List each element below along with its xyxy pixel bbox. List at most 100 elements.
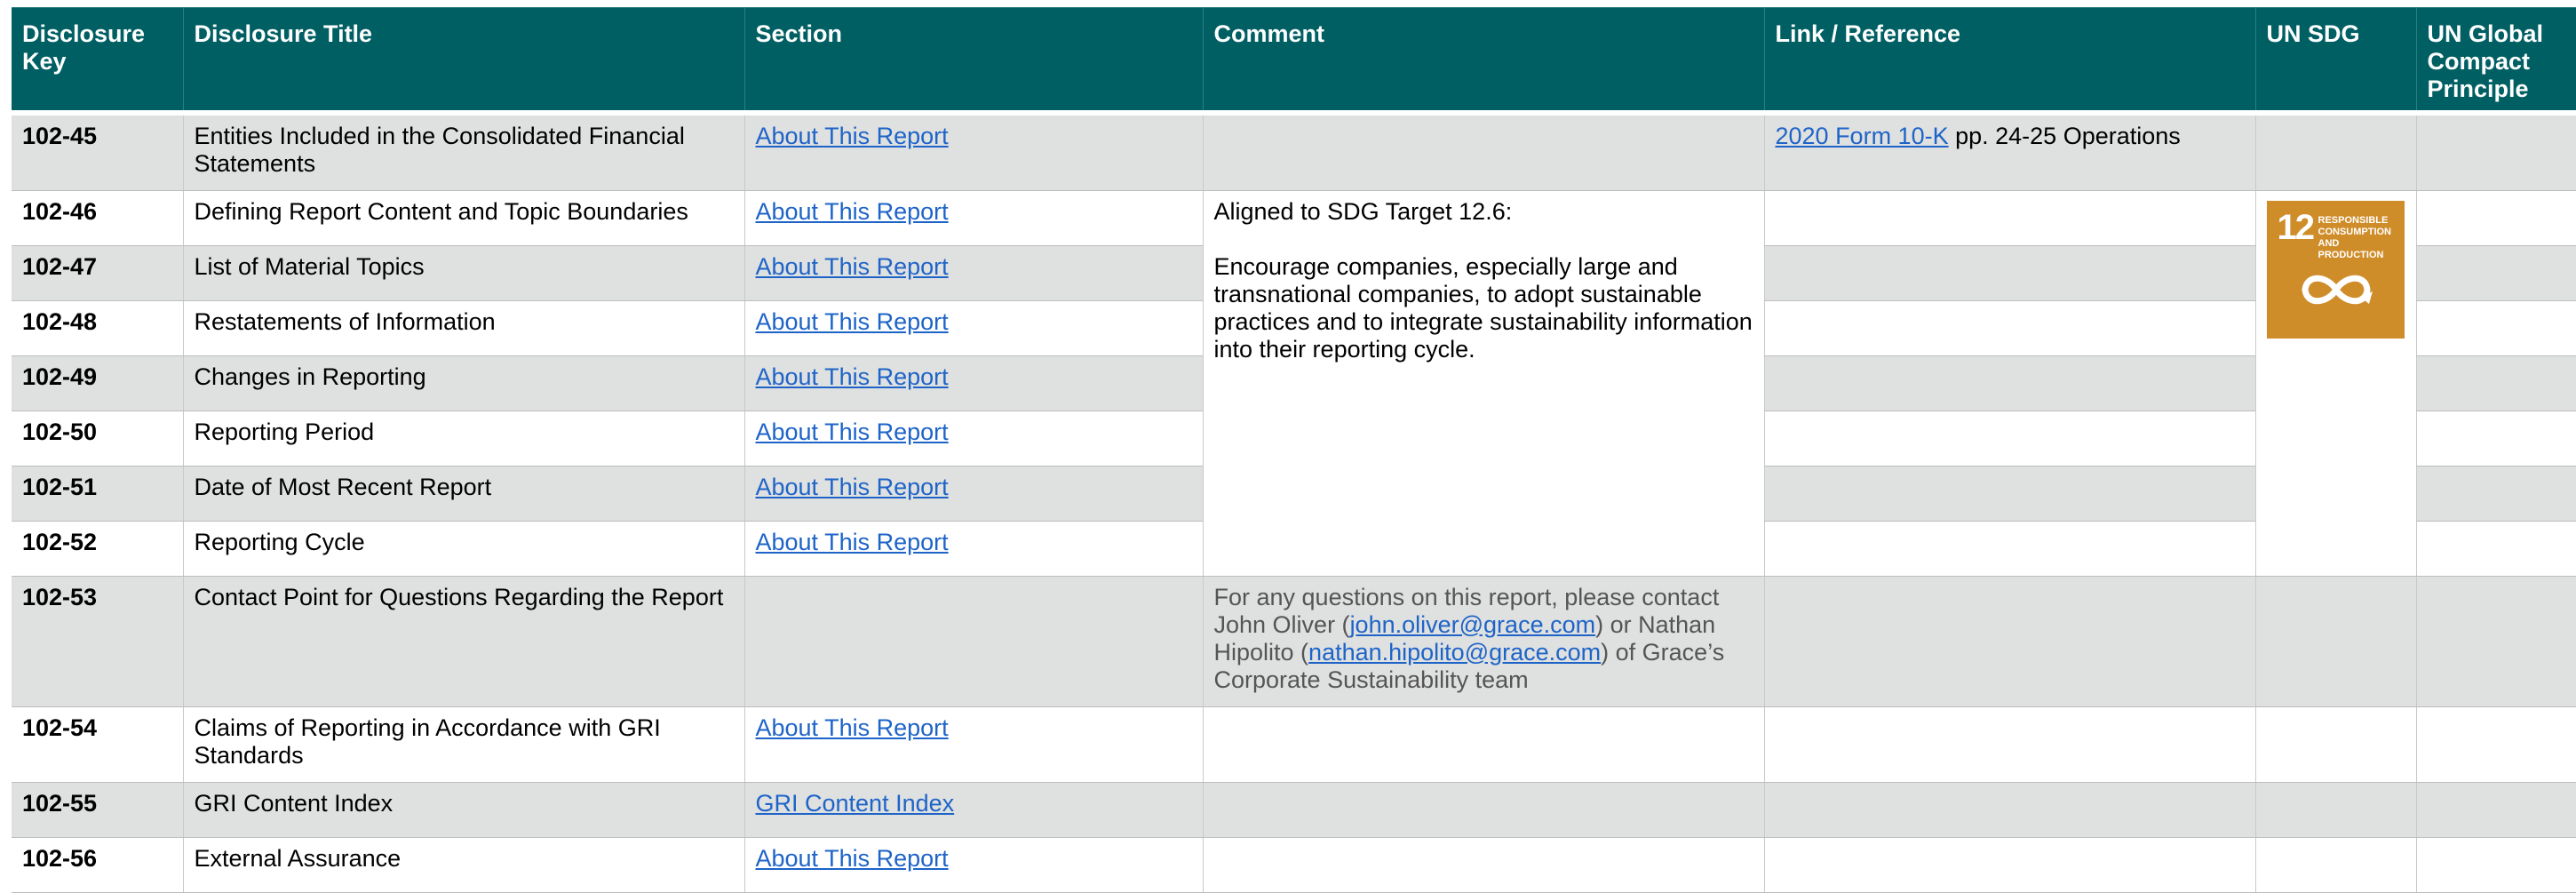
- section-link[interactable]: About This Report: [756, 123, 949, 149]
- disclosure-title: External Assurance: [182, 837, 744, 893]
- disclosure-key: 102-47: [12, 245, 183, 301]
- ungc-cell: [2415, 782, 2576, 838]
- link-reference-cell: [1763, 576, 2255, 707]
- ungc-cell: [2415, 521, 2576, 577]
- disclosure-title: List of Material Topics: [182, 245, 744, 301]
- link-reference-cell: [1763, 190, 2255, 246]
- disclosure-title: Entities Included in the Consolidated Fi…: [182, 113, 744, 191]
- section-link[interactable]: About This Report: [756, 714, 949, 741]
- disclosure-key: 102-46: [12, 190, 183, 246]
- disclosure-key: 102-49: [12, 355, 183, 411]
- sdg-label: RESPONSIBLE CONSUMPTION AND PRODUCTION: [2318, 214, 2392, 260]
- header-section: Section: [743, 8, 1203, 113]
- ungc-cell: [2415, 576, 2576, 707]
- comment-cell: [1202, 837, 1764, 893]
- sdg-number: 12: [2277, 207, 2315, 247]
- disclosure-title: Date of Most Recent Report: [182, 466, 744, 522]
- sdg-cell: [2254, 706, 2416, 783]
- disclosure-title: Changes in Reporting: [182, 355, 744, 411]
- header-un-global-compact: UN Global Compact Principle: [2415, 8, 2576, 113]
- disclosure-key: 102-51: [12, 466, 183, 522]
- table-row: 102-56 External Assurance About This Rep…: [12, 837, 2576, 893]
- sdg-cell: [2254, 837, 2416, 893]
- section-cell: About This Report: [743, 837, 1203, 893]
- section-link[interactable]: GRI Content Index: [756, 790, 955, 817]
- ungc-cell: [2415, 190, 2576, 246]
- sdg-cell: [2254, 576, 2416, 707]
- section-cell: About This Report: [743, 113, 1203, 191]
- disclosure-key: 102-45: [12, 113, 183, 191]
- disclosure-title: Restatements of Information: [182, 300, 744, 356]
- ungc-cell: [2415, 706, 2576, 783]
- section-cell: About This Report: [743, 190, 1203, 246]
- comment-cell: [1202, 782, 1764, 838]
- gri-content-index: Disclosure Key Disclosure Title Section …: [12, 8, 2576, 893]
- table-row: 102-54 Claims of Reporting in Accordance…: [12, 706, 2576, 783]
- comment-cell: [1202, 706, 1764, 783]
- section-cell: About This Report: [743, 411, 1203, 466]
- disclosure-title: Contact Point for Questions Regarding th…: [182, 576, 744, 707]
- email-link-nathan-hipolito[interactable]: nathan.hipolito@grace.com: [1308, 639, 1601, 666]
- disclosure-key: 102-48: [12, 300, 183, 356]
- sdg-cell: 12 RESPONSIBLE CONSUMPTION AND PRODUCTIO…: [2254, 190, 2416, 577]
- table-row: 102-46 Defining Report Content and Topic…: [12, 190, 2576, 577]
- table-row: 102-55 GRI Content Index GRI Content Ind…: [12, 782, 2576, 838]
- section-cell: GRI Content Index: [743, 782, 1203, 838]
- header-link-reference: Link / Reference: [1763, 8, 2255, 113]
- ungc-cell: [2415, 355, 2576, 411]
- ungc-cell: [2415, 837, 2576, 893]
- link-reference-cell: [1763, 782, 2255, 838]
- header-disclosure-key: Disclosure Key: [12, 8, 183, 113]
- link-reference-suffix: pp. 24-25 Operations: [1948, 123, 2181, 149]
- section-cell: About This Report: [743, 355, 1203, 411]
- header-un-sdg: UN SDG: [2254, 8, 2416, 113]
- disclosure-title: Claims of Reporting in Accordance with G…: [182, 706, 744, 783]
- link-reference-cell: [1763, 466, 2255, 522]
- section-link[interactable]: About This Report: [756, 845, 949, 872]
- sdg-target-text: Encourage companies, especially large an…: [1213, 252, 1753, 363]
- sdg-12-tile: 12 RESPONSIBLE CONSUMPTION AND PRODUCTIO…: [2266, 200, 2405, 339]
- section-cell: About This Report: [743, 466, 1203, 522]
- section-link[interactable]: About This Report: [756, 474, 949, 500]
- link-reference-cell: [1763, 706, 2255, 783]
- section-cell: [743, 576, 1203, 707]
- infinity-loop-icon: [2301, 275, 2373, 304]
- table-row: 102-53 Contact Point for Questions Regar…: [12, 576, 2576, 707]
- sdg-target-heading: Aligned to SDG Target 12.6:: [1213, 197, 1513, 225]
- section-cell: About This Report: [743, 706, 1203, 783]
- section-link[interactable]: About This Report: [756, 529, 949, 555]
- ungc-cell: [2415, 113, 2576, 191]
- section-link[interactable]: About This Report: [756, 363, 949, 390]
- header-comment: Comment: [1202, 8, 1764, 113]
- ungc-cell: [2415, 466, 2576, 522]
- ungc-cell: [2415, 411, 2576, 466]
- header-disclosure-title: Disclosure Title: [182, 8, 744, 113]
- section-link[interactable]: About This Report: [756, 419, 949, 445]
- disclosure-table: Disclosure Key Disclosure Title Section …: [12, 8, 2576, 893]
- disclosure-title: GRI Content Index: [182, 782, 744, 838]
- section-link[interactable]: About This Report: [756, 253, 949, 280]
- contact-comment: For any questions on this report, please…: [1202, 576, 1764, 707]
- disclosure-key: 102-53: [12, 576, 183, 707]
- link-reference-cell: [1763, 837, 2255, 893]
- table-row: 102-45 Entities Included in the Consolid…: [12, 113, 2576, 191]
- email-link-john-oliver[interactable]: john.oliver@grace.com: [1350, 611, 1596, 638]
- disclosure-key: 102-50: [12, 411, 183, 466]
- form-10k-link[interactable]: 2020 Form 10-K: [1776, 123, 1949, 149]
- link-reference-cell: 2020 Form 10-K pp. 24-25 Operations: [1763, 113, 2255, 191]
- section-cell: About This Report: [743, 521, 1203, 577]
- ungc-cell: [2415, 300, 2576, 356]
- comment-cell: [1202, 113, 1764, 191]
- section-cell: About This Report: [743, 300, 1203, 356]
- link-reference-cell: [1763, 521, 2255, 577]
- header-row: Disclosure Key Disclosure Title Section …: [12, 8, 2576, 113]
- section-cell: About This Report: [743, 245, 1203, 301]
- disclosure-title: Reporting Cycle: [182, 521, 744, 577]
- sdg-cell: [2254, 113, 2416, 191]
- section-link[interactable]: About This Report: [756, 308, 949, 335]
- section-link[interactable]: About This Report: [756, 198, 949, 225]
- disclosure-key: 102-56: [12, 837, 183, 893]
- disclosure-key: 102-55: [12, 782, 183, 838]
- disclosure-key: 102-52: [12, 521, 183, 577]
- sdg-cell: [2254, 782, 2416, 838]
